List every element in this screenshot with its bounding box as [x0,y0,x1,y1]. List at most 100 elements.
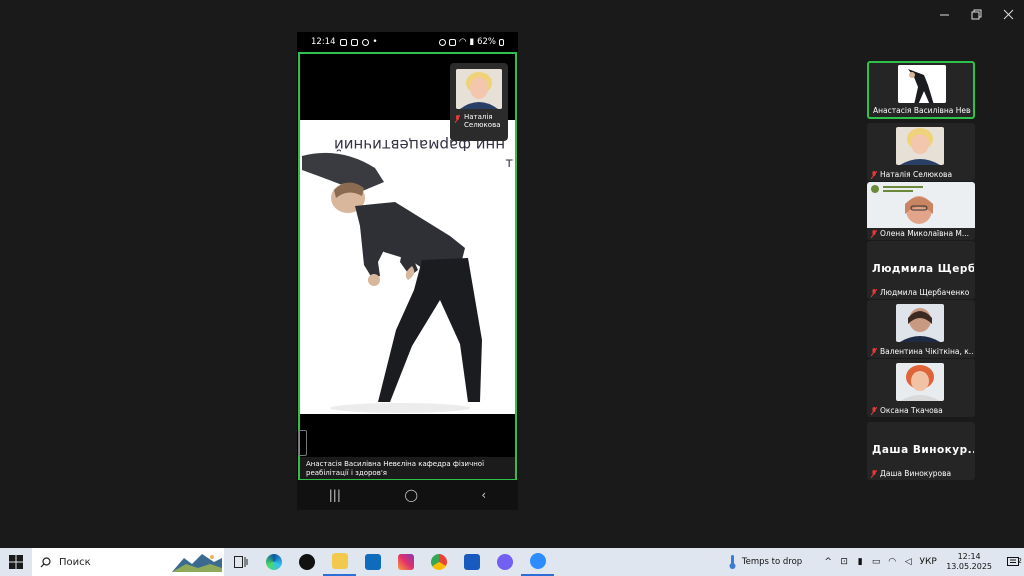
dot-icon: • [372,37,378,47]
chrome-app[interactable] [422,548,455,576]
restore-button[interactable] [960,0,992,28]
muted-mic-icon [871,170,877,179]
participant-tile[interactable]: Даша Винокур... Даша Винокурова [867,422,975,480]
microphone-icon[interactable]: ▮ [852,557,868,567]
home-button[interactable]: ◯ [404,488,417,502]
clock-date: 13.05.2025 [946,562,992,571]
android-nav-bar: ||| ◯ ‹ [297,480,518,510]
task-view-icon [233,556,247,568]
file-explorer-app[interactable] [323,548,356,576]
phone-status-bar: 12:14 • ◠ ▮ 62% [297,32,518,52]
edge-icon [265,554,282,570]
window-controls [928,0,1024,28]
chevron-up-icon[interactable]: ^ [820,557,836,567]
muted-mic-icon [871,347,877,356]
minimize-button[interactable] [928,0,960,28]
edge-app[interactable] [257,548,290,576]
zoom-window: 12:14 • ◠ ▮ 62% нни фармацевтичний т Нат… [0,0,1024,548]
shared-phone-screen: 12:14 • ◠ ▮ 62% нни фармацевтичний т Нат… [297,32,518,510]
back-button[interactable]: ‹ [481,488,486,502]
viber-icon [361,38,369,46]
search-placeholder: Поиск [59,556,91,568]
zoom-app[interactable] [521,548,554,576]
chrome-icon [430,554,447,570]
outlook-icon [364,554,381,570]
muted-mic-icon [871,406,877,415]
language-indicator[interactable]: УКР [916,557,940,567]
participant-name: Олена Миколаївна М... [880,229,970,238]
clock[interactable]: 12:14 13.05.2025 [946,552,992,572]
participant-tile[interactable]: Валентина Чікіткіна, к... [867,300,975,358]
windows-taskbar: Поиск Temps to drop ^ ⊡ ▮ ▭ ◠ ◁ УКР 12:1… [0,548,1024,576]
close-icon [1003,9,1013,19]
participant-name: Наталія Селюкова [880,170,953,179]
volume-icon[interactable]: ◁ [900,557,916,567]
word-app[interactable] [455,548,488,576]
tiktok-icon [298,554,315,570]
close-button[interactable] [992,0,1024,28]
notification-center-button[interactable]: 2 [1002,556,1024,568]
wifi-icon[interactable]: ◠ [884,557,900,567]
taskbar-search[interactable]: Поиск [32,548,224,576]
word-icon [463,554,480,570]
participant-video [896,127,944,165]
pip-name-first: Наталія [464,113,493,121]
weather-widget[interactable]: Temps to drop [728,555,802,569]
windows-logo-icon [9,555,23,569]
weather-text: Temps to drop [741,557,803,567]
task-view-button[interactable] [224,548,257,576]
battery-icon[interactable]: ▭ [868,557,884,567]
viber-icon [496,554,513,570]
minimize-icon [939,14,949,15]
system-tray: Temps to drop ^ ⊡ ▮ ▭ ◠ ◁ УКР 12:14 13.0… [728,548,1024,576]
search-icon [40,556,51,567]
recent-apps-button[interactable]: ||| [329,488,341,502]
participant-video [898,65,946,103]
folder-icon [331,553,348,569]
participant-name: Анастасія Василівна Невеліна [873,106,971,115]
muted-mic-icon [871,469,877,478]
participant-tile[interactable]: Наталія Селюкова [867,123,975,181]
participant-tile[interactable]: Анастасія Василівна Невеліна [867,61,975,119]
pip-name-last: Селюкова [464,121,501,129]
presentation-slide: нни фармацевтичний т [300,120,515,414]
alarm-icon [438,38,446,46]
mute-icon [448,38,456,46]
network-icon[interactable]: ⊡ [836,557,852,567]
camera-icon [350,38,358,46]
exercise-woman-image [302,152,482,413]
battery-icon [499,38,504,46]
muted-mic-icon [871,288,877,297]
instagram-icon [397,554,414,570]
start-button[interactable] [0,548,32,576]
active-speaker-frame: нни фармацевтичний т Наталія Селюкова Ан… [298,52,517,480]
pip-participant-tile[interactable]: Наталія Селюкова [450,63,508,141]
participant-name-placeholder: Даша Винокур... [872,444,974,456]
participant-name: Людмила Щербаченко [880,288,970,297]
phone-time: 12:14 [311,37,336,47]
outlook-app[interactable] [356,548,389,576]
instagram-app[interactable] [389,548,422,576]
participant-video [867,182,975,228]
participant-name: Даша Винокурова [880,469,952,478]
muted-mic-icon [871,229,877,238]
participant-photo [456,69,502,109]
notification-count: 2 [1017,556,1022,565]
signal-icon: ▮ [469,37,475,47]
pip-participant-name: Наталія Селюкова [452,113,508,129]
notification-icon [339,38,347,46]
participant-tile[interactable]: Оксана Ткачова [867,359,975,417]
participant-video [896,363,944,401]
thermometer-icon [729,555,736,569]
participant-name: Валентина Чікіткіна, к... [880,347,973,356]
participant-tile[interactable]: Людмила Щерб... Людмила Щербаченко [867,241,975,299]
participant-name-placeholder: Людмила Щерб... [872,263,974,275]
search-highlight-image [172,554,222,572]
viber-app[interactable] [488,548,521,576]
tiktok-app[interactable] [290,548,323,576]
battery-level: 62% [477,37,496,47]
side-panel-handle[interactable] [298,430,307,456]
participant-tile[interactable]: Олена Миколаївна М... [867,182,975,240]
participant-name: Оксана Ткачова [880,406,943,415]
speaker-name-caption: Анастасія Василівна Невєліна кафедра фіз… [300,457,515,479]
